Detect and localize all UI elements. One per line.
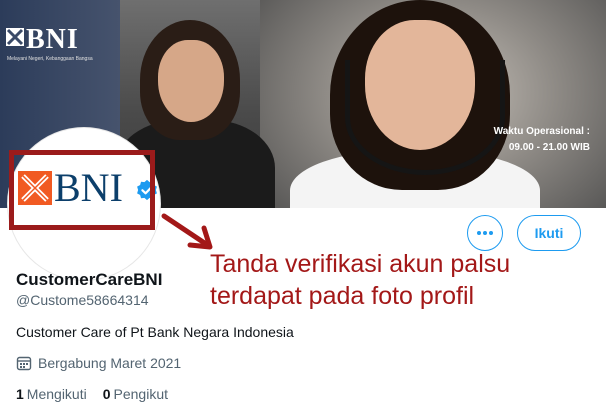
- following-count: 1: [16, 386, 24, 402]
- headset-icon: [345, 60, 505, 175]
- follow-button[interactable]: Ikuti: [517, 215, 581, 251]
- follow-stats: 1 Mengikuti 0 Pengikut: [16, 386, 168, 402]
- bni-mark-icon: [6, 28, 24, 46]
- profile-bio: Customer Care of Pt Bank Negara Indonesi…: [16, 324, 294, 340]
- join-date: Bergabung Maret 2021: [16, 355, 181, 371]
- banner-logo-tagline: Melayani Negeri, Kebanggaan Bangsa: [7, 56, 93, 62]
- operating-hours-label: Waktu Operasional :: [493, 126, 590, 137]
- operating-hours-value: 09.00 - 21.00 WIB: [508, 142, 590, 153]
- more-dots-icon: [477, 231, 493, 235]
- banner-logo-text: BNI: [26, 24, 79, 55]
- calendar-icon: [16, 356, 32, 371]
- join-date-text: Bergabung Maret 2021: [38, 355, 182, 371]
- profile-handle: @Custome58664314: [16, 292, 149, 308]
- following-label: Mengikuti: [26, 386, 87, 402]
- operating-hours: Waktu Operasional : 09.00 - 21.00 WIB: [494, 124, 590, 156]
- annotation-text: Tanda verifikasi akun palsu terdapat pad…: [210, 248, 510, 312]
- more-options-button[interactable]: [467, 215, 503, 251]
- followers-count: 0: [102, 386, 111, 402]
- followers-label: Pengikut: [113, 386, 168, 402]
- profile-display-name: CustomerCareBNI: [16, 270, 163, 289]
- annotation-line-1: Tanda verifikasi akun palsu: [210, 250, 511, 278]
- annotation-line-2: terdapat pada foto profil: [210, 282, 475, 310]
- banner-person-left-face: [158, 40, 224, 122]
- verification-highlight-box: [9, 150, 155, 230]
- following-link[interactable]: 1 Mengikuti: [16, 386, 87, 402]
- followers-link[interactable]: 0 Pengikut: [103, 386, 168, 402]
